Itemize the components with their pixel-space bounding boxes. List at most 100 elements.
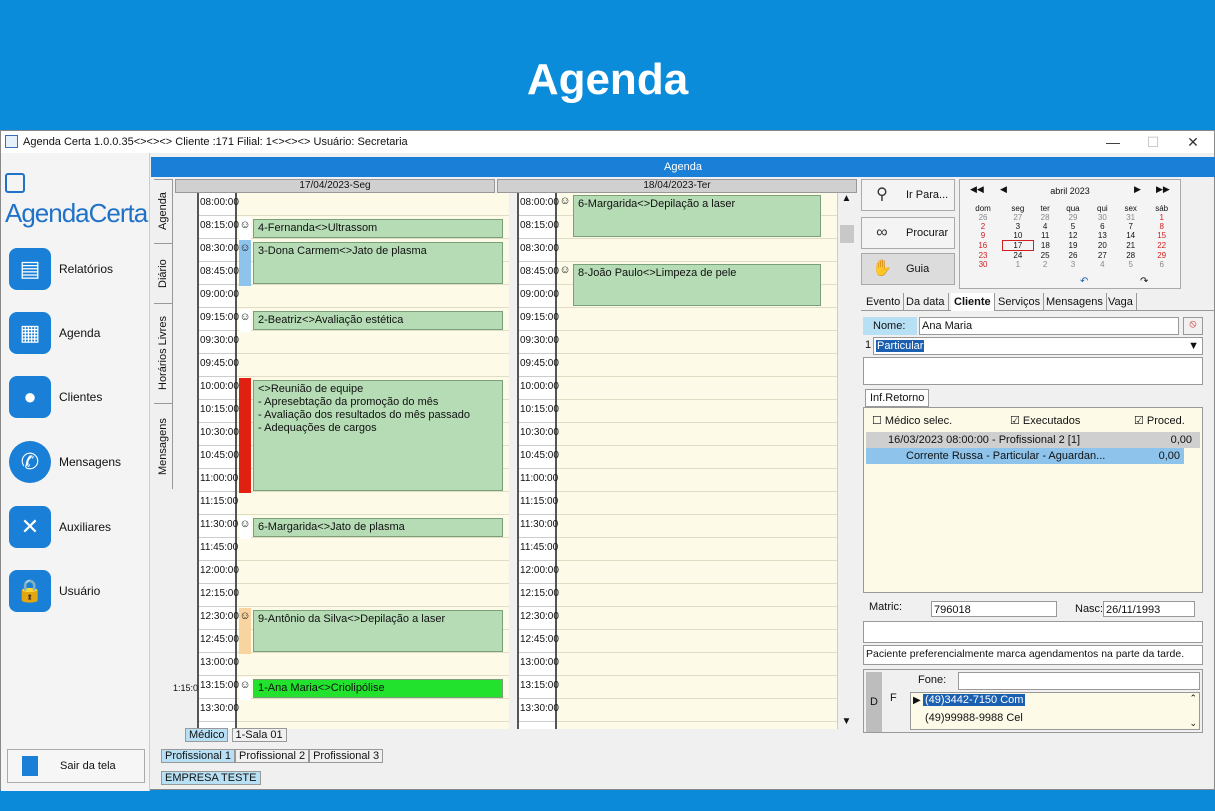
sidebar-item-auxiliares[interactable]: ✕ Auxiliares <box>9 503 145 551</box>
calendar-day[interactable]: 30 <box>964 260 1002 269</box>
calendar-day[interactable]: 7 <box>1115 222 1145 231</box>
calendar-day[interactable]: 8 <box>1146 222 1178 231</box>
retorno-row[interactable]: 16/03/2023 08:00:00 - Profissional 2 [1]… <box>866 432 1200 448</box>
clear-icon[interactable]: ⦸ <box>1183 317 1203 335</box>
guia-button[interactable]: ✋ Guia <box>861 253 955 285</box>
appointment[interactable]: 9-Antônio da Silva<>Depilação a laser <box>253 610 503 652</box>
undo-icon[interactable]: ↶ <box>1080 276 1088 287</box>
calendar-day[interactable]: 24 <box>1002 251 1034 261</box>
calendar-day[interactable]: 2 <box>964 222 1002 231</box>
appointment[interactable]: <>Reunião de equipe - Apresebtação da pr… <box>253 380 503 491</box>
appointment[interactable]: 6-Margarida<>Depilação a laser <box>573 195 821 237</box>
agenda-scrollbar[interactable]: ▲ ▼ <box>837 193 855 729</box>
calendar-day[interactable]: 31 <box>1115 213 1145 222</box>
chevron-down-icon[interactable]: ▼ <box>1188 338 1199 354</box>
maximize-button[interactable]: ☐ <box>1131 131 1175 153</box>
calendar-day[interactable]: 4 <box>1034 222 1057 231</box>
calendar-day[interactable]: 6 <box>1146 260 1178 269</box>
tab-evento[interactable]: Evento <box>863 293 905 311</box>
scroll-down-icon[interactable]: ▼ <box>838 716 855 727</box>
tab-profissional-3[interactable]: Profissional 3 <box>309 749 384 763</box>
matric-field[interactable]: 796018 <box>931 601 1057 617</box>
calendar-day[interactable]: 23 <box>964 251 1002 261</box>
executados-checkbox[interactable]: ☑ Executados <box>1010 414 1080 427</box>
fone-input[interactable] <box>958 672 1200 690</box>
convenio-select[interactable]: Particular ▼ <box>873 337 1203 355</box>
tab-vaga[interactable]: Vaga <box>1105 293 1137 311</box>
appointment[interactable]: 2-Beatriz<>Avaliação estética <box>253 311 503 330</box>
calendar-day[interactable]: 28 <box>1115 251 1145 261</box>
calendar-day[interactable]: 30 <box>1089 213 1115 222</box>
calendar-day[interactable]: 10 <box>1002 231 1034 241</box>
calendar-day[interactable]: 1 <box>1146 213 1178 222</box>
calendar-day[interactable]: 3 <box>1002 222 1034 231</box>
calendar-day[interactable]: 29 <box>1146 251 1178 261</box>
medico-selec-checkbox[interactable]: ☐ Médico selec. <box>872 414 952 427</box>
calendar-day[interactable]: 18 <box>1034 241 1057 251</box>
tab-mensagens-client[interactable]: Mensagens <box>1043 293 1107 311</box>
nasc-field[interactable]: 26/11/1993 <box>1103 601 1195 617</box>
tab-profissional-1[interactable]: Profissional 1 <box>161 749 236 763</box>
scroll-up-icon[interactable]: ▲ <box>838 193 855 204</box>
calendar-day[interactable]: 3 <box>1057 260 1090 269</box>
calendar-day[interactable]: 6 <box>1089 222 1115 231</box>
appointment[interactable]: 4-Fernanda<>Ultrassom <box>253 219 503 238</box>
appointment[interactable]: 8-João Paulo<>Limpeza de pele <box>573 264 821 306</box>
chevron-down-icon[interactable]: ⌄ <box>1189 718 1197 729</box>
calendar-day[interactable]: 27 <box>1089 251 1115 261</box>
calendar-day[interactable]: 26 <box>1057 251 1090 261</box>
calendar-day[interactable]: 2 <box>1034 260 1057 269</box>
calendar-day[interactable]: 28 <box>1034 213 1057 222</box>
calendar-day[interactable]: 29 <box>1057 213 1090 222</box>
calendar-day[interactable]: 15 <box>1146 231 1178 241</box>
exit-button[interactable]: Sair da tela <box>7 749 145 783</box>
tab-agenda[interactable]: Agenda <box>154 179 172 243</box>
calendar-day[interactable]: 13 <box>1089 231 1115 241</box>
sidebar-item-agenda[interactable]: ▦ Agenda <box>9 309 145 357</box>
retorno-subrow[interactable]: Corrente Russa - Particular - Aguardan..… <box>866 448 1184 464</box>
calendar-day[interactable]: 25 <box>1034 251 1057 261</box>
appointment[interactable]: 1-Ana Maria<>Criolipólise <box>253 679 503 698</box>
notes-box[interactable] <box>863 357 1203 385</box>
calendar-day[interactable]: 27 <box>1002 213 1034 222</box>
scroll-thumb[interactable] <box>840 225 854 243</box>
nome-field[interactable]: Ana Maria <box>919 317 1179 335</box>
calendar-day[interactable]: 22 <box>1146 241 1178 251</box>
close-button[interactable]: ✕ <box>1171 131 1215 153</box>
calendar-day[interactable]: 14 <box>1115 231 1145 241</box>
sidebar-item-clientes[interactable]: ● Clientes <box>9 373 145 421</box>
phone-item-2[interactable]: (49)99988-9988 Cel <box>923 712 1025 724</box>
sidebar-item-usuario[interactable]: 🔒 Usuário <box>9 567 145 615</box>
appointment[interactable]: 6-Margarida<>Jato de plasma <box>253 518 503 537</box>
sidebar-item-relatorios[interactable]: ▤ Relatórios <box>9 245 145 293</box>
calendar-day[interactable]: 26 <box>964 213 1002 222</box>
tab-mensagens[interactable]: Mensagens <box>154 403 172 489</box>
calendar-day[interactable]: 9 <box>964 231 1002 241</box>
calendar-day[interactable]: 12 <box>1057 231 1090 241</box>
calendar-day[interactable]: 5 <box>1115 260 1145 269</box>
extra-field[interactable] <box>863 621 1203 643</box>
calendar-day[interactable]: 21 <box>1115 241 1145 251</box>
calendar-day[interactable]: 19 <box>1057 241 1090 251</box>
calendar-day[interactable]: 20 <box>1089 241 1115 251</box>
appointment[interactable]: 3-Dona Carmem<>Jato de plasma <box>253 242 503 284</box>
calendar-day[interactable]: 17 <box>1001 240 1035 251</box>
sidebar-item-mensagens[interactable]: ✆ Mensagens <box>9 438 145 486</box>
minimize-button[interactable]: — <box>1091 131 1135 153</box>
phone-item-1[interactable]: (49)3442-7150 Com <box>923 694 1026 706</box>
ir-para-button[interactable]: ⚲ Ir Para... <box>861 179 955 211</box>
next-month-icon[interactable]: ▶ <box>1134 184 1141 195</box>
inf-retorno-tab[interactable]: Inf.Retorno <box>865 389 930 407</box>
calendar-day[interactable]: 11 <box>1034 231 1057 241</box>
medico-label[interactable]: Médico <box>185 728 229 742</box>
tab-cliente[interactable]: Cliente <box>951 293 995 311</box>
tab-horarios-livres[interactable]: Horários Livres <box>154 303 172 403</box>
tab-diario[interactable]: Diário <box>154 243 172 303</box>
calendar-day[interactable]: 5 <box>1057 222 1090 231</box>
procurar-button[interactable]: ∞ Procurar <box>861 217 955 249</box>
chevron-up-icon[interactable]: ⌃ <box>1189 693 1197 704</box>
calendar-day[interactable]: 4 <box>1089 260 1115 269</box>
redo-icon[interactable]: ↷ <box>1140 276 1148 287</box>
tab-servicos[interactable]: Serviços <box>995 293 1045 311</box>
sala-label[interactable]: 1-Sala 01 <box>231 728 287 742</box>
